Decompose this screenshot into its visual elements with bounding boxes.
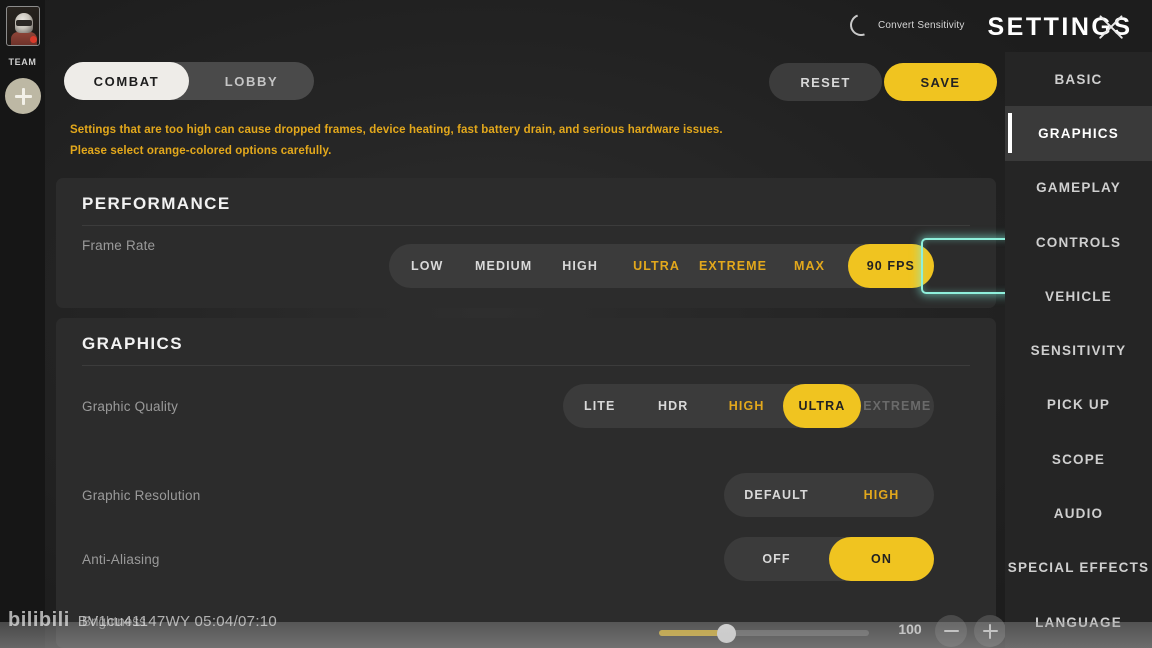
mode-tabs: COMBAT LOBBY	[64, 62, 314, 100]
divider	[82, 365, 970, 366]
graphic-quality-option-lite[interactable]: LITE	[563, 384, 636, 428]
reset-button[interactable]: RESET	[769, 63, 882, 101]
frame-rate-option-medium[interactable]: MEDIUM	[465, 244, 541, 288]
graphic-quality-option-extreme[interactable]: EXTREME	[861, 384, 934, 428]
sidebar-item-gameplay[interactable]: GAMEPLAY	[1005, 161, 1152, 215]
brightness-label: Brightness	[82, 614, 146, 629]
sidebar-item-sensitivity[interactable]: SENSITIVITY	[1005, 323, 1152, 377]
sidebar-item-basic[interactable]: BASIC	[1005, 52, 1152, 106]
sidebar-item-special-effects[interactable]: SPECIAL EFFECTS	[1005, 541, 1152, 595]
frame-rate-label: Frame Rate	[82, 238, 156, 253]
sidebar-item-audio[interactable]: AUDIO	[1005, 486, 1152, 540]
frame-rate-options: LOW MEDIUM HIGH ULTRA EXTREME MAX 90 FPS	[389, 244, 934, 288]
frame-rate-option-ultra[interactable]: ULTRA	[618, 244, 694, 288]
graphics-section-title: GRAPHICS	[82, 334, 183, 353]
settings-stage: Convert Sensitivity SETTINGS COMBAT LOBB…	[45, 0, 1152, 648]
brightness-slider-fill	[659, 630, 722, 636]
graphic-quality-options: LITE HDR HIGH ULTRA EXTREME	[563, 384, 934, 428]
warning-text: Settings that are too high can cause dro…	[70, 120, 770, 162]
brightness-decrease-button[interactable]	[935, 615, 967, 647]
team-label: TEAM	[8, 57, 37, 67]
anti-aliasing-option-off[interactable]: OFF	[724, 537, 829, 581]
left-rail: TEAM	[0, 0, 45, 648]
sidebar-item-vehicle[interactable]: VEHICLE	[1005, 269, 1152, 323]
warning-line-2: Please select orange-colored options car…	[70, 145, 332, 157]
tab-lobby[interactable]: LOBBY	[189, 62, 314, 100]
tab-combat[interactable]: COMBAT	[64, 62, 189, 100]
warning-line-1: Settings that are too high can cause dro…	[70, 124, 723, 136]
graphic-quality-label: Graphic Quality	[82, 399, 179, 414]
anti-aliasing-options: OFF ON	[724, 537, 934, 581]
close-button[interactable]	[1093, 10, 1129, 46]
settings-sidebar: BASIC GRAPHICS GAMEPLAY CONTROLS VEHICLE…	[1005, 52, 1152, 648]
performance-section-title: PERFORMANCE	[82, 194, 231, 213]
sidebar-item-scope[interactable]: SCOPE	[1005, 432, 1152, 486]
sidebar-item-language: LANGUAGE	[1035, 614, 1122, 630]
brightness-value: 100	[898, 621, 922, 637]
avatar-visor	[16, 20, 32, 26]
sidebar-item-controls[interactable]: CONTROLS	[1005, 215, 1152, 269]
divider	[82, 225, 970, 226]
circular-arrow-icon	[846, 10, 876, 40]
frame-rate-option-low[interactable]: LOW	[389, 244, 465, 288]
plus-icon	[14, 94, 32, 98]
save-button[interactable]: SAVE	[884, 63, 997, 101]
graphic-quality-option-hdr[interactable]: HDR	[636, 384, 709, 428]
brightness-slider[interactable]	[659, 624, 869, 643]
graphic-resolution-option-default[interactable]: DEFAULT	[724, 473, 829, 517]
frame-rate-option-max[interactable]: MAX	[771, 244, 847, 288]
sidebar-item-graphics[interactable]: GRAPHICS	[1005, 106, 1152, 161]
plus-icon	[988, 623, 992, 639]
brightness-slider-knob[interactable]	[717, 624, 736, 643]
frame-rate-option-extreme[interactable]: EXTREME	[695, 244, 771, 288]
brightness-increase-button[interactable]	[974, 615, 1006, 647]
avatar-status-dot	[30, 36, 37, 43]
graphic-quality-option-ultra[interactable]: ULTRA	[783, 384, 861, 428]
convert-sensitivity-button[interactable]: Convert Sensitivity	[846, 10, 965, 40]
anti-aliasing-label: Anti-Aliasing	[82, 552, 160, 567]
sidebar-item-pick-up[interactable]: PICK UP	[1005, 378, 1152, 432]
performance-card: PERFORMANCE Frame Rate	[56, 178, 996, 308]
minus-icon	[943, 629, 959, 633]
add-team-button[interactable]	[5, 78, 41, 114]
frame-rate-option-high[interactable]: HIGH	[542, 244, 618, 288]
anti-aliasing-option-on[interactable]: ON	[829, 537, 934, 581]
graphic-resolution-options: DEFAULT HIGH	[724, 473, 934, 517]
graphic-resolution-label: Graphic Resolution	[82, 488, 201, 503]
convert-sensitivity-label: Convert Sensitivity	[878, 19, 965, 31]
avatar[interactable]	[6, 6, 40, 46]
graphic-resolution-option-high[interactable]: HIGH	[829, 473, 934, 517]
graphic-quality-option-high[interactable]: HIGH	[710, 384, 783, 428]
